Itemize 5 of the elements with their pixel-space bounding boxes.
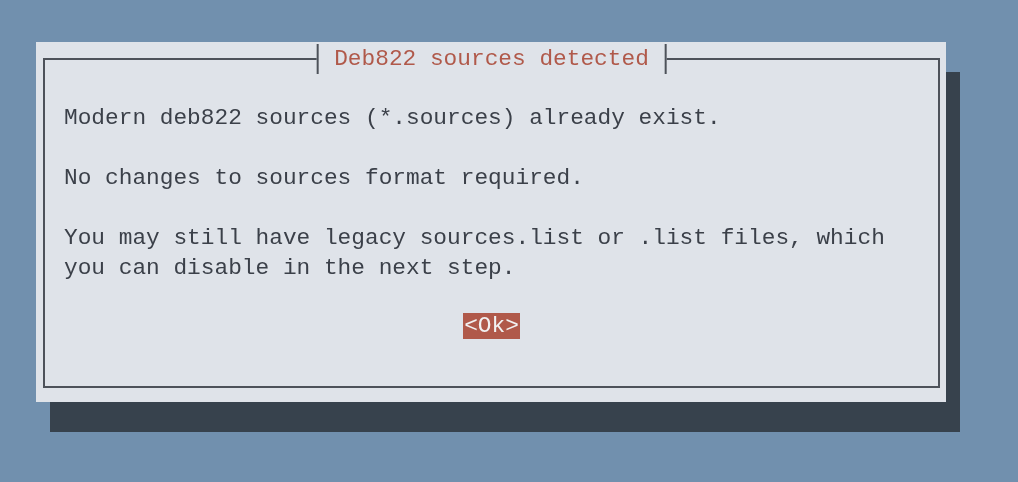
message-text: Modern deb822 sources (*.sources) already exist.	[64, 104, 722, 133]
ok-button[interactable]: <Ok>	[463, 313, 520, 339]
message-text: You may still have legacy sources.list or .list files, which you can disable in the next step.	[64, 224, 886, 283]
message-text: No changes to sources format required.	[64, 164, 585, 193]
dialog-title: Deb822 sources detected	[316, 44, 667, 74]
